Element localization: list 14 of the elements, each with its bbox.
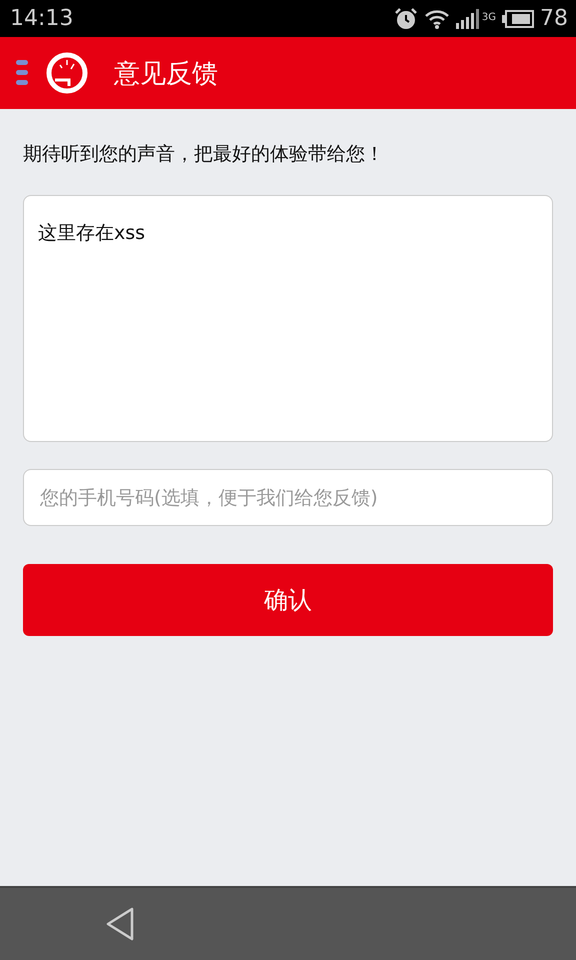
intro-text: 期待听到您的声音，把最好的体验带给您！ — [23, 142, 385, 167]
feedback-field[interactable]: 这里存在xss — [23, 195, 553, 442]
alarm-clock-icon — [394, 6, 418, 30]
status-time: 14:13 — [10, 6, 74, 31]
gauge-logo-icon — [46, 52, 88, 94]
battery-percent: 78 — [540, 6, 568, 31]
page-title: 意见反馈 — [114, 58, 218, 90]
wifi-icon — [424, 8, 450, 30]
network-type: 3G — [482, 12, 496, 23]
signal-icon — [456, 8, 480, 28]
battery-icon — [502, 10, 534, 28]
back-icon[interactable] — [105, 907, 135, 941]
confirm-button[interactable]: 确认 — [23, 564, 553, 636]
phone-field[interactable]: 您的手机号码(选填，便于我们给您反馈) — [23, 469, 553, 526]
